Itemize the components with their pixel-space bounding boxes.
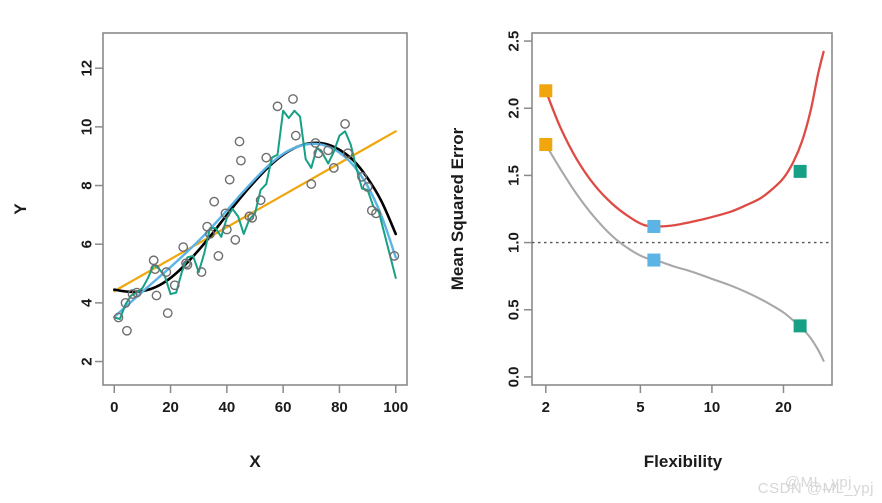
scatter-point	[213, 251, 224, 261]
right-y-tick-label: 0.5	[506, 299, 523, 320]
mse-curve-test-mse	[544, 50, 825, 228]
scatter-point	[209, 196, 220, 207]
right-mse-curves	[544, 50, 825, 362]
left-x-tick-label: 40	[219, 399, 236, 416]
right-x-tick-label: 5	[636, 399, 644, 416]
right-y-tick-label: 2.5	[506, 31, 523, 52]
watermark: CSDN @ML_ypj @ML_ypj	[758, 474, 874, 497]
right-x-tick-label: 20	[775, 399, 792, 416]
right-x-axis-label: Flexibility	[644, 452, 723, 471]
scatter-point	[122, 325, 132, 336]
figure-panel-pair: 0 20 40 60 80 100 2 4 6 8 10 12 X Y 2 5 10 20 0.0 0.5 1…	[11, 31, 833, 471]
right-model-markers	[539, 84, 807, 333]
scatter-point	[261, 152, 272, 163]
right-y-tick-label: 0.0	[506, 367, 523, 388]
left-panel: 0 20 40 60 80 100 2 4 6 8 10 12 X Y	[11, 32, 408, 471]
left-y-axis-ticks: 2 4 6 8 10 12	[79, 60, 103, 366]
scatter-point	[290, 130, 301, 141]
marker-mid-flex-train-mse	[647, 253, 661, 267]
marker-linear-fit-train-mse	[539, 138, 553, 152]
right-plot-frame	[531, 32, 833, 386]
scatter-point	[306, 179, 317, 189]
left-x-tick-label: 20	[162, 399, 179, 416]
left-plot-frame	[102, 32, 408, 386]
right-y-axis-label: Mean Squared Error	[448, 127, 467, 290]
left-y-tick-label: 8	[79, 181, 96, 189]
left-y-tick-label: 10	[79, 119, 96, 136]
left-scatter-points	[113, 94, 400, 336]
left-y-tick-label: 12	[79, 60, 96, 77]
right-panel: 2 5 10 20 0.0 0.5 1.0 1.5 2.0 2.5 Flexibility Me…	[448, 31, 833, 471]
scatter-point	[224, 174, 235, 185]
scatter-point	[178, 242, 189, 253]
scatter-point	[247, 212, 258, 223]
left-x-axis-ticks: 0 20 40 60 80 100	[110, 385, 408, 416]
right-x-tick-label: 10	[704, 399, 721, 416]
scatter-point	[230, 234, 241, 245]
left-x-tick-label: 100	[383, 399, 408, 416]
marker-high-flex-train-mse	[793, 319, 807, 333]
left-x-tick-label: 60	[275, 399, 292, 416]
watermark-overlay-text: @ML_ypj	[784, 474, 852, 491]
right-y-axis-ticks: 0.0 0.5 1.0 1.5 2.0 2.5	[506, 31, 532, 388]
scatter-point	[288, 94, 298, 104]
right-x-tick-label: 2	[542, 399, 550, 416]
left-x-tick-label: 0	[110, 399, 118, 416]
right-y-tick-label: 2.0	[506, 98, 523, 119]
scatter-point	[148, 255, 159, 266]
scatter-point	[162, 308, 173, 319]
left-x-tick-label: 80	[331, 399, 348, 416]
marker-high-flex-test-mse	[793, 164, 807, 178]
marker-linear-fit-test-mse	[539, 84, 553, 98]
left-y-tick-label: 2	[79, 357, 96, 365]
scatter-point	[234, 136, 245, 147]
left-x-axis-label: X	[249, 452, 261, 471]
scatter-point	[151, 290, 162, 301]
scatter-point	[340, 119, 350, 129]
scatter-point	[236, 155, 246, 166]
marker-mid-flex-test-mse	[647, 219, 661, 233]
right-y-tick-label: 1.0	[506, 232, 523, 253]
left-y-tick-label: 4	[79, 298, 96, 307]
left-y-axis-label: Y	[11, 203, 30, 215]
right-y-tick-label: 1.5	[506, 165, 523, 186]
scatter-point	[272, 101, 283, 112]
left-y-tick-label: 6	[79, 240, 96, 248]
right-x-axis-ticks: 2 5 10 20	[542, 385, 792, 416]
